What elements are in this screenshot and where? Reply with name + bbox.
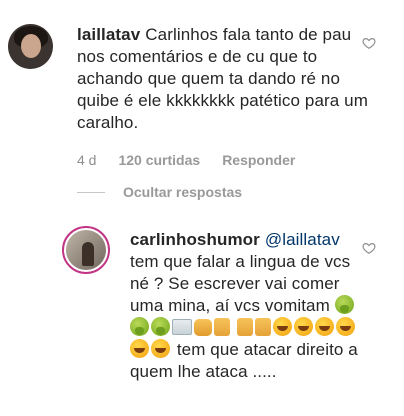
rofl-emoji-icon (314, 317, 334, 336)
like-heart-icon[interactable] (362, 36, 376, 50)
avatar-face (21, 34, 41, 58)
hide-replies-toggle[interactable]: Ocultar respostas (77, 184, 242, 200)
fist-emoji-icon (194, 319, 212, 336)
rofl-emoji-icon (293, 317, 313, 336)
rofl-emoji-icon (151, 339, 170, 358)
reply-button[interactable]: Responder (222, 152, 295, 168)
reply-body: carlinhoshumor @laillatav tem que falar a… (130, 229, 370, 383)
comment-username[interactable]: laillatav (77, 25, 140, 44)
comment-likes-count[interactable]: 120 curtidas (118, 152, 200, 168)
comment-timestamp[interactable]: 4 d (77, 152, 96, 168)
hide-replies-label[interactable]: Ocultar respostas (123, 184, 242, 200)
avatar[interactable] (8, 24, 53, 69)
vomit-face-emoji-icon (151, 317, 170, 336)
reply-avatar-image (66, 230, 106, 270)
reply-username[interactable]: carlinhoshumor (130, 230, 260, 249)
thumbs-up-emoji-icon (214, 318, 230, 336)
rofl-emoji-icon (335, 317, 355, 336)
rofl-emoji-icon (272, 317, 292, 336)
rofl-emoji-icon (130, 339, 149, 358)
reply-avatar[interactable] (62, 226, 110, 274)
thumbs-up-emoji-icon (236, 318, 253, 336)
money-emoji-icon (172, 319, 192, 335)
comment-body: laillatav Carlinhos fala tanto de pau nos… (77, 24, 377, 134)
vomit-face-emoji-icon (334, 295, 354, 314)
vomit-face-emoji-icon (130, 317, 149, 336)
thumbs-up-emoji-icon (254, 318, 271, 336)
divider-line (77, 191, 105, 193)
comment-meta: 4 d 120 curtidas Responder (77, 152, 295, 168)
reply-like-heart-icon[interactable] (362, 241, 376, 255)
reply-mention[interactable]: @laillatav (265, 230, 340, 249)
reply-text-part1: tem que falar a lingua de vcs né ? Se es… (130, 252, 351, 315)
reply-avatar-figure (82, 242, 94, 266)
